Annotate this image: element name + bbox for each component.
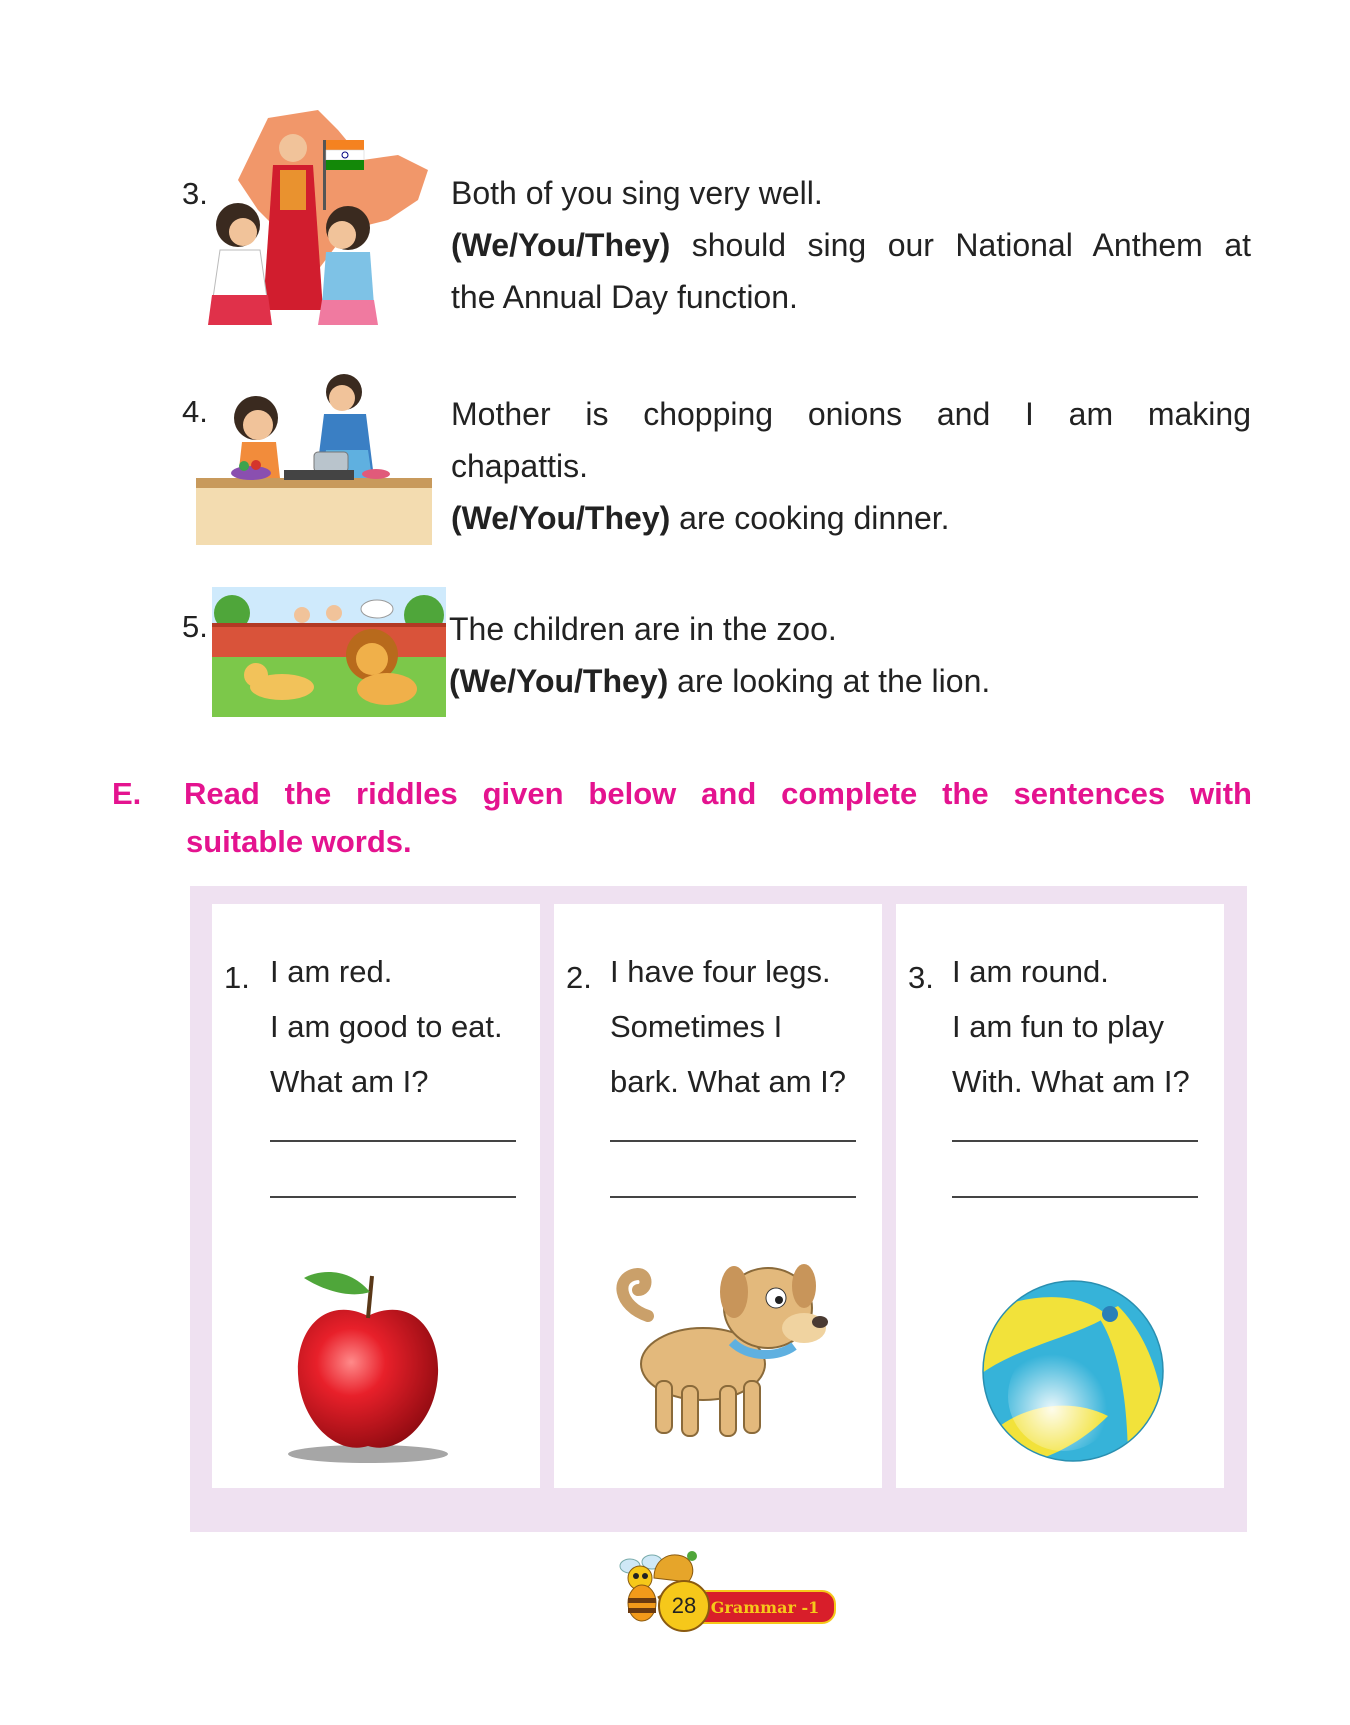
dog-illustration [616,1264,828,1437]
item-answer-line: (We/You/They) are cooking dinner. [451,492,1251,544]
riddle-line: I am round. [952,954,1109,989]
riddle-card-3: 3. I am round. I am fun to play With. Wh… [896,904,1224,1488]
item-answer-continuation: the Annual Day function. [451,279,798,315]
riddle-line: I am red. [270,954,393,989]
answer-blank[interactable] [952,1196,1198,1198]
exercise-item-5: 5. The children are in the zoo. (We/You/… [0,585,1350,725]
riddle-line: With. What am I? [952,1064,1190,1099]
anthem-illustration [208,110,428,325]
item-text: The children are in the zoo. (We/You/The… [449,603,1249,707]
riddle-card-2: 2. I have four legs. Sometimes I bark. W… [554,904,882,1488]
riddle-line: I am good to eat. [270,1009,503,1044]
item-sentence: Mother is chopping onions and I am makin… [451,396,1251,432]
item-sentence-continuation: chapattis. [451,448,588,484]
section-letter: E. [112,776,142,811]
section-instruction-continuation: suitable words. [186,824,412,859]
answer-text: should sing our National Anthem at [670,227,1251,263]
answer-blank[interactable] [270,1196,516,1198]
riddle-line: What am I? [270,1064,429,1099]
riddle-card-1: 1. I am red. I am good to eat. What am I… [212,904,540,1488]
item-sentence: The children are in the zoo. [449,611,837,647]
riddle-text: I am round. I am fun to play With. What … [952,944,1190,1109]
exercise-item-3: 3. Both of you sing very well. (We/You/T… [0,110,1350,350]
riddle-line: Sometimes I [610,1009,783,1044]
pronoun-choice: (We/You/They) [451,500,671,536]
book-label-badge: Grammar -1 [694,1590,836,1624]
item-text: Mother is chopping onions and I am makin… [451,388,1251,544]
riddle-number: 3. [908,960,934,995]
item-answer-line: (We/You/They) should sing our National A… [451,219,1251,271]
section-instruction: Read the riddles given below and complet… [184,776,1252,811]
item-text: Both of you sing very well. (We/You/They… [451,167,1251,323]
riddle-number: 2. [566,960,592,995]
page-number: 28 [671,1593,697,1618]
zoo-illustration [212,587,446,717]
pronoun-choice: (We/You/They) [451,227,671,263]
riddle-text: I am red. I am good to eat. What am I? [270,944,503,1109]
answer-blank[interactable] [610,1196,856,1198]
answer-blank[interactable] [952,1140,1198,1142]
page-number-badge: 28 [658,1580,710,1632]
riddle-line: I have four legs. [610,954,831,989]
riddle-text: I have four legs. Sometimes I bark. What… [610,944,846,1109]
riddle-line: I am fun to play [952,1009,1164,1044]
answer-text: are cooking dinner. [670,500,950,536]
ball-illustration [982,1280,1164,1462]
kitchen-illustration [196,374,432,545]
pronoun-choice: (We/You/They) [449,663,669,699]
answer-blank[interactable] [610,1140,856,1142]
answer-blank[interactable] [270,1140,516,1142]
item-answer-line: (We/You/They) are looking at the lion. [449,655,1249,707]
item-number: 5. [182,609,208,644]
book-label: Grammar -1 [710,1597,820,1617]
riddle-line: bark. What am I? [610,1064,847,1099]
riddle-number: 1. [224,960,250,995]
riddles-panel: 1. I am red. I am good to eat. What am I… [190,886,1247,1532]
page-footer: 28 Grammar -1 [610,1548,850,1638]
apple-illustration [288,1271,448,1463]
answer-text: are looking at the lion. [668,663,991,699]
exercise-item-4: 4. Mother is chopping onions and I am ma… [0,370,1350,560]
item-sentence: Both of you sing very well. [451,175,823,211]
